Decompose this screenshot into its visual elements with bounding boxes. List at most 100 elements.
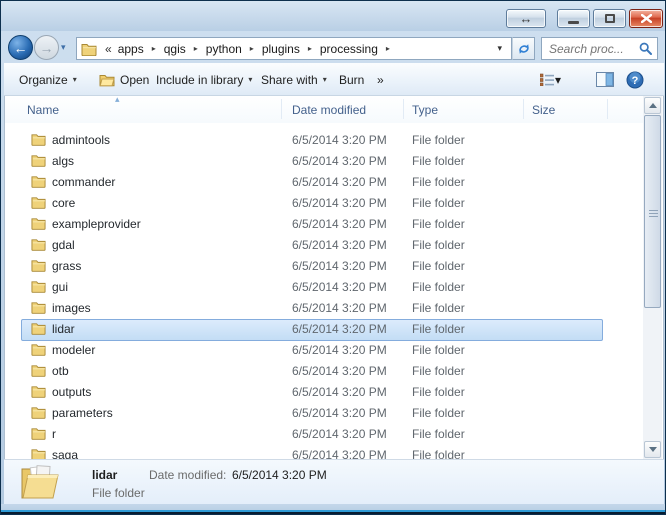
resize-horizontal-button[interactable]: ↔ bbox=[506, 9, 546, 28]
column-divider[interactable] bbox=[281, 99, 282, 119]
folder-icon bbox=[31, 426, 46, 440]
details-date-label: Date modified: bbox=[149, 468, 226, 482]
navigation-bar: ← → ▾ « apps ▸ qgis ▸ python ▸ plugins ▸… bbox=[1, 31, 665, 63]
column-divider[interactable] bbox=[523, 99, 524, 119]
folder-name: lidar bbox=[52, 322, 75, 336]
refresh-button[interactable] bbox=[512, 37, 535, 60]
date-modified: 6/5/2014 3:20 PM bbox=[292, 154, 387, 168]
date-modified: 6/5/2014 3:20 PM bbox=[292, 448, 387, 459]
breadcrumb-plugins[interactable]: plugins bbox=[260, 42, 302, 56]
file-type: File folder bbox=[412, 301, 465, 315]
search-input[interactable] bbox=[542, 42, 639, 56]
column-divider[interactable] bbox=[607, 99, 608, 119]
organize-label: Organize bbox=[19, 73, 68, 87]
breadcrumb-overflow[interactable]: « bbox=[99, 42, 116, 56]
table-row[interactable]: r 6/5/2014 3:20 PM File folder bbox=[5, 424, 645, 445]
preview-pane-button[interactable] bbox=[596, 69, 614, 90]
scroll-up-button[interactable] bbox=[644, 97, 661, 114]
column-header-date-modified[interactable]: Date modified bbox=[292, 103, 366, 117]
breadcrumb-separator-icon[interactable]: ▸ bbox=[244, 44, 260, 53]
table-row[interactable]: grass 6/5/2014 3:20 PM File folder bbox=[5, 256, 645, 277]
table-row[interactable]: outputs 6/5/2014 3:20 PM File folder bbox=[5, 382, 645, 403]
sort-ascending-icon: ▴ bbox=[115, 94, 120, 105]
breadcrumb-apps[interactable]: apps bbox=[116, 42, 146, 56]
views-button[interactable]: ▾ bbox=[540, 69, 561, 90]
vertical-scrollbar[interactable] bbox=[643, 96, 662, 459]
chevron-down-icon: ▾ bbox=[73, 75, 77, 84]
date-modified: 6/5/2014 3:20 PM bbox=[292, 322, 387, 336]
table-row[interactable]: otb 6/5/2014 3:20 PM File folder bbox=[5, 361, 645, 382]
column-header-size[interactable]: Size bbox=[532, 103, 555, 117]
include-in-library-button[interactable]: Include in library ▾ bbox=[149, 69, 259, 90]
triangle-up-icon bbox=[649, 103, 657, 108]
history-dropdown[interactable]: ▾ bbox=[61, 42, 66, 53]
table-row[interactable]: exampleprovider 6/5/2014 3:20 PM File fo… bbox=[5, 214, 645, 235]
breadcrumb-python[interactable]: python bbox=[204, 42, 244, 56]
chevron-down-icon: ▾ bbox=[555, 73, 561, 87]
table-row[interactable]: gui 6/5/2014 3:20 PM File folder bbox=[5, 277, 645, 298]
search-box[interactable] bbox=[541, 37, 658, 60]
folder-name: r bbox=[52, 427, 56, 441]
column-header-type[interactable]: Type bbox=[412, 103, 438, 117]
open-button[interactable]: Open bbox=[92, 69, 156, 90]
table-row[interactable]: modeler 6/5/2014 3:20 PM File folder bbox=[5, 340, 645, 361]
folder-name: saga bbox=[52, 448, 78, 459]
search-icon[interactable] bbox=[639, 42, 652, 55]
close-button[interactable] bbox=[629, 9, 663, 28]
titlebar[interactable]: ↔ bbox=[1, 1, 665, 31]
date-modified: 6/5/2014 3:20 PM bbox=[292, 217, 387, 231]
table-row[interactable]: core 6/5/2014 3:20 PM File folder bbox=[5, 193, 645, 214]
table-row[interactable]: lidar 6/5/2014 3:20 PM File folder bbox=[5, 319, 645, 340]
scroll-down-button[interactable] bbox=[644, 441, 661, 458]
folder-name: core bbox=[52, 196, 75, 210]
minimize-button[interactable] bbox=[557, 9, 590, 28]
date-modified: 6/5/2014 3:20 PM bbox=[292, 343, 387, 357]
file-list: admintools 6/5/2014 3:20 PM File folder … bbox=[5, 130, 645, 459]
folder-icon bbox=[31, 153, 46, 167]
open-folder-icon bbox=[99, 73, 115, 87]
share-with-label: Share with bbox=[261, 73, 318, 87]
table-row[interactable]: admintools 6/5/2014 3:20 PM File folder bbox=[5, 130, 645, 151]
share-with-button[interactable]: Share with ▾ bbox=[254, 69, 334, 90]
date-modified: 6/5/2014 3:20 PM bbox=[292, 364, 387, 378]
include-in-library-label: Include in library bbox=[156, 73, 243, 87]
organize-button[interactable]: Organize ▾ bbox=[12, 69, 84, 90]
folder-name: gui bbox=[52, 280, 68, 294]
scrollbar-thumb[interactable] bbox=[644, 115, 661, 308]
help-button[interactable]: ? bbox=[626, 69, 644, 90]
breadcrumb-separator-icon[interactable]: ▸ bbox=[188, 44, 204, 53]
file-type: File folder bbox=[412, 280, 465, 294]
window-bottom-frame bbox=[1, 504, 665, 515]
burn-button[interactable]: Burn bbox=[332, 69, 371, 90]
table-row[interactable]: saga 6/5/2014 3:20 PM File folder bbox=[5, 445, 645, 459]
address-dropdown-icon[interactable]: ▾ bbox=[492, 43, 507, 54]
folder-icon bbox=[31, 321, 46, 335]
table-row[interactable]: commander 6/5/2014 3:20 PM File folder bbox=[5, 172, 645, 193]
column-header-name[interactable]: Name bbox=[27, 103, 59, 117]
forward-button[interactable]: → bbox=[34, 35, 59, 60]
breadcrumb-separator-icon[interactable]: ▸ bbox=[302, 44, 318, 53]
details-date-value: 6/5/2014 3:20 PM bbox=[232, 468, 327, 482]
breadcrumb-separator-icon[interactable]: ▸ bbox=[146, 44, 162, 53]
file-type: File folder bbox=[412, 427, 465, 441]
back-button[interactable]: ← bbox=[8, 35, 33, 60]
file-type: File folder bbox=[412, 364, 465, 378]
file-type: File folder bbox=[412, 133, 465, 147]
address-bar[interactable]: « apps ▸ qgis ▸ python ▸ plugins ▸ proce… bbox=[76, 37, 512, 60]
table-row[interactable]: gdal 6/5/2014 3:20 PM File folder bbox=[5, 235, 645, 256]
breadcrumb-qgis[interactable]: qgis bbox=[162, 42, 188, 56]
breadcrumb-processing[interactable]: processing bbox=[318, 42, 380, 56]
toolbar-more-button[interactable]: » bbox=[370, 69, 391, 90]
folder-icon bbox=[31, 132, 46, 146]
table-row[interactable]: images 6/5/2014 3:20 PM File folder bbox=[5, 298, 645, 319]
breadcrumb-separator-icon[interactable]: ▸ bbox=[380, 44, 396, 53]
table-row[interactable]: algs 6/5/2014 3:20 PM File folder bbox=[5, 151, 645, 172]
minimize-icon bbox=[568, 21, 579, 24]
folder-icon bbox=[31, 342, 46, 356]
folder-name: parameters bbox=[52, 406, 113, 420]
folder-name: exampleprovider bbox=[52, 217, 141, 231]
table-row[interactable]: parameters 6/5/2014 3:20 PM File folder bbox=[5, 403, 645, 424]
file-type: File folder bbox=[412, 196, 465, 210]
maximize-button[interactable] bbox=[593, 9, 626, 28]
column-divider[interactable] bbox=[403, 99, 404, 119]
